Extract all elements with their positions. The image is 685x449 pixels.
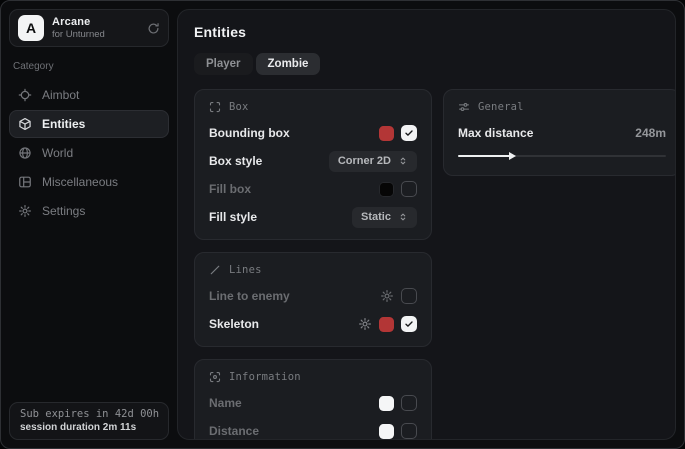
- setting-row-max-distance: Max distance 248m: [458, 124, 666, 142]
- name-color-swatch[interactable]: [379, 396, 394, 411]
- fill-style-select[interactable]: Static: [352, 207, 417, 228]
- sliders-icon: [458, 101, 470, 113]
- card-title: Information: [229, 371, 301, 383]
- card-title: Lines: [229, 264, 262, 276]
- scan-corners-icon: [209, 101, 221, 113]
- card-title: Box: [229, 101, 249, 113]
- slider-fill-and-handle[interactable]: [458, 155, 510, 157]
- general-card: General Max distance 248m: [443, 89, 676, 176]
- tab-zombie[interactable]: Zombie: [256, 53, 321, 75]
- sidebar-nav: Aimbot Entities World Miscellaneous: [9, 81, 169, 225]
- lines-card-header: Lines: [209, 263, 417, 277]
- skeleton-color-swatch[interactable]: [379, 317, 394, 332]
- max-distance-slider[interactable]: [458, 150, 666, 162]
- app-logo: A: [18, 15, 44, 41]
- bounding-box-checkbox[interactable]: [401, 125, 417, 141]
- select-value: Static: [361, 211, 391, 223]
- sidebar-item-miscellaneous[interactable]: Miscellaneous: [9, 168, 169, 196]
- bounding-box-color-swatch[interactable]: [379, 126, 394, 141]
- subscription-card: Sub expires in 42d 00h session duration …: [9, 402, 169, 440]
- app-logo-card: A Arcane for Unturned: [9, 9, 169, 47]
- setting-row-line-to-enemy: Line to enemy: [209, 287, 417, 305]
- gear-icon: [18, 204, 32, 218]
- setting-label: Skeleton: [209, 317, 259, 331]
- left-column: Box Bounding box Box style: [194, 89, 432, 440]
- app-window: A Arcane for Unturned Category Aimbot: [0, 0, 685, 449]
- sidebar-item-label: Miscellaneous: [42, 175, 118, 189]
- sidebar-item-label: World: [42, 146, 73, 160]
- skeleton-checkbox[interactable]: [401, 316, 417, 332]
- setting-row-name: Name: [209, 394, 417, 412]
- globe-icon: [18, 146, 32, 160]
- box-card: Box Bounding box Box style: [194, 89, 432, 240]
- gear-icon[interactable]: [380, 289, 394, 303]
- sub-expiry-text: Sub expires in 42d 00h: [20, 408, 158, 420]
- cube-icon: [18, 117, 32, 131]
- tab-player[interactable]: Player: [194, 53, 253, 75]
- name-checkbox[interactable]: [401, 395, 417, 411]
- sidebar-item-settings[interactable]: Settings: [9, 197, 169, 225]
- setting-label: Distance: [209, 424, 259, 438]
- chevron-updown-icon: [398, 156, 408, 166]
- setting-label: Fill style: [209, 210, 257, 224]
- crosshair-icon: [18, 88, 32, 102]
- chevron-updown-icon: [398, 212, 408, 222]
- app-subtitle: for Unturned: [52, 30, 139, 40]
- refresh-icon[interactable]: [147, 22, 160, 35]
- fill-box-checkbox[interactable]: [401, 181, 417, 197]
- setting-label: Box style: [209, 154, 262, 168]
- setting-row-skeleton: Skeleton: [209, 315, 417, 333]
- sidebar-item-label: Aimbot: [42, 88, 79, 102]
- right-column: General Max distance 248m: [443, 89, 676, 176]
- setting-row-fill-box: Fill box: [209, 180, 417, 198]
- settings-content: Box Bounding box Box style: [194, 89, 659, 440]
- box-card-header: Box: [209, 100, 417, 114]
- general-card-header: General: [458, 100, 666, 114]
- sidebar: A Arcane for Unturned Category Aimbot: [1, 1, 177, 448]
- app-title-block: Arcane for Unturned: [52, 16, 139, 41]
- setting-row-box-style: Box style Corner 2D: [209, 152, 417, 170]
- setting-label: Bounding box: [209, 126, 290, 140]
- sidebar-item-entities[interactable]: Entities: [9, 110, 169, 138]
- check-icon: [404, 128, 414, 138]
- fill-box-color-swatch[interactable]: [379, 182, 394, 197]
- tabs: Player Zombie: [194, 53, 659, 75]
- setting-row-fill-style: Fill style Static: [209, 208, 417, 226]
- line-to-enemy-checkbox[interactable]: [401, 288, 417, 304]
- card-title: General: [478, 101, 524, 113]
- distance-checkbox[interactable]: [401, 423, 417, 439]
- distance-color-swatch[interactable]: [379, 424, 394, 439]
- setting-label: Line to enemy: [209, 289, 290, 303]
- check-icon: [404, 319, 414, 329]
- gear-icon[interactable]: [358, 317, 372, 331]
- setting-label: Name: [209, 396, 242, 410]
- setting-row-distance: Distance: [209, 422, 417, 440]
- sidebar-item-aimbot[interactable]: Aimbot: [9, 81, 169, 109]
- box-style-select[interactable]: Corner 2D: [329, 151, 417, 172]
- sidebar-item-label: Settings: [42, 204, 85, 218]
- setting-label: Fill box: [209, 182, 251, 196]
- info-scan-icon: [209, 371, 221, 383]
- information-card: Information Name Distance: [194, 359, 432, 440]
- layout-icon: [18, 175, 32, 189]
- setting-label: Max distance: [458, 126, 533, 140]
- diagonal-line-icon: [209, 264, 221, 276]
- sidebar-item-world[interactable]: World: [9, 139, 169, 167]
- select-value: Corner 2D: [338, 155, 391, 167]
- app-name: Arcane: [52, 16, 139, 28]
- max-distance-value: 248m: [635, 126, 666, 140]
- page-title: Entities: [194, 24, 659, 40]
- session-duration-text: session duration 2m 11s: [20, 422, 158, 433]
- information-card-header: Information: [209, 370, 417, 384]
- main-panel: Entities Player Zombie Box Bounding box: [177, 9, 676, 440]
- sidebar-item-label: Entities: [42, 117, 85, 131]
- setting-row-bounding-box: Bounding box: [209, 124, 417, 142]
- lines-card: Lines Line to enemy: [194, 252, 432, 347]
- category-label: Category: [13, 61, 165, 72]
